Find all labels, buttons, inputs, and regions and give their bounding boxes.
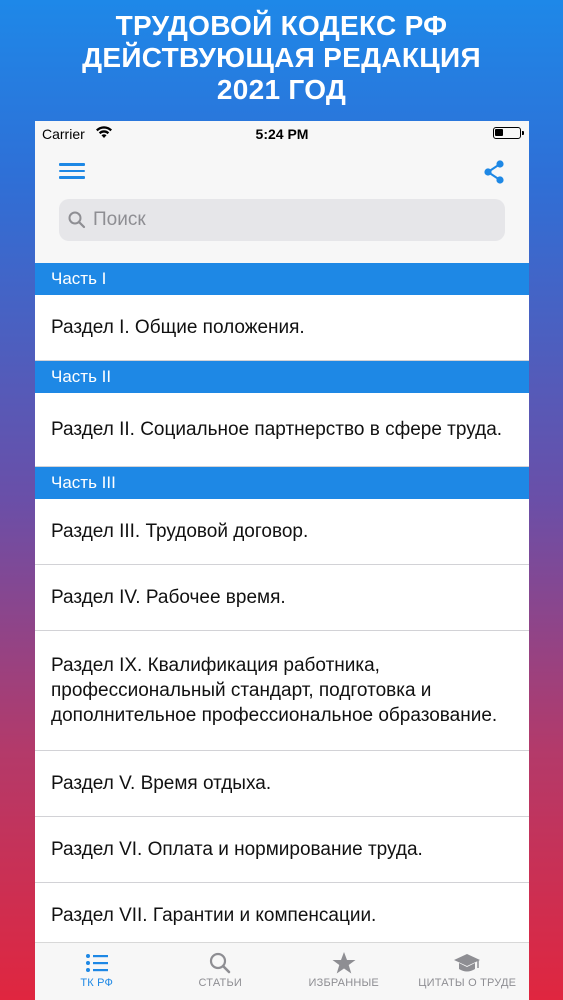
tab-izbrannye[interactable]: ИЗБРАННЫЕ: [282, 943, 406, 1000]
tab-bar: ТК РФ СТАТЬИ ИЗБРАННЫЕ ЦИТАТЫ О ТРУДЕ: [35, 942, 529, 1000]
promo-title: ТРУДОВОЙ КОДЕКС РФ ДЕЙСТВУЮЩАЯ РЕДАКЦИЯ …: [0, 10, 563, 106]
promo-title-line-2: ДЕЙСТВУЮЩАЯ РЕДАКЦИЯ: [82, 42, 481, 73]
status-time: 5:24 PM: [255, 126, 309, 142]
search-icon: [210, 952, 231, 974]
list-item[interactable]: Раздел I. Общие положения.: [35, 295, 529, 361]
sections-list: Часть I Раздел I. Общие положения. Часть…: [35, 263, 529, 949]
list-item[interactable]: Раздел V. Время отдыха.: [35, 751, 529, 817]
section-header: Часть III: [35, 467, 529, 499]
tab-label: ИЗБРАННЫЕ: [308, 977, 379, 989]
search-icon: [68, 211, 86, 229]
list-item[interactable]: Раздел III. Трудовой договор.: [35, 499, 529, 565]
search-placeholder: Поиск: [93, 209, 146, 230]
star-icon: [332, 952, 356, 974]
hamburger-menu-icon[interactable]: [59, 159, 85, 183]
section-header: Часть I: [35, 263, 529, 295]
promo-title-line-1: ТРУДОВОЙ КОДЕКС РФ: [115, 10, 448, 41]
search-input[interactable]: Поиск: [59, 199, 505, 241]
phone-screen: Carrier 5:24 PM Поиск Часть I Раздел I. …: [35, 121, 529, 1000]
navigation-bar: [35, 147, 529, 199]
tab-label: СТАТЬИ: [198, 977, 242, 989]
share-icon[interactable]: [481, 159, 507, 185]
battery-icon: [493, 127, 524, 139]
tab-stati[interactable]: СТАТЬИ: [159, 943, 283, 1000]
graduation-cap-icon: [454, 954, 481, 972]
tab-citaty-o-trude[interactable]: ЦИТАТЫ О ТРУДЕ: [406, 943, 530, 1000]
list-item[interactable]: Раздел II. Социальное партнерство в сфер…: [35, 393, 529, 467]
list-icon: [85, 954, 108, 972]
list-item[interactable]: Раздел IX. Квалификация работника, профе…: [35, 631, 529, 751]
list-item[interactable]: Раздел IV. Рабочее время.: [35, 565, 529, 631]
section-header: Часть II: [35, 361, 529, 393]
promo-title-line-3: 2021 ГОД: [216, 74, 347, 105]
list-item[interactable]: Раздел VII. Гарантии и компенсации.: [35, 883, 529, 949]
status-bar: Carrier 5:24 PM: [35, 121, 529, 147]
tab-label: ТК РФ: [80, 977, 114, 989]
list-item[interactable]: Раздел VI. Оплата и нормирование труда.: [35, 817, 529, 883]
tab-tk-rf[interactable]: ТК РФ: [35, 943, 159, 1000]
tab-label: ЦИТАТЫ О ТРУДЕ: [418, 977, 517, 989]
